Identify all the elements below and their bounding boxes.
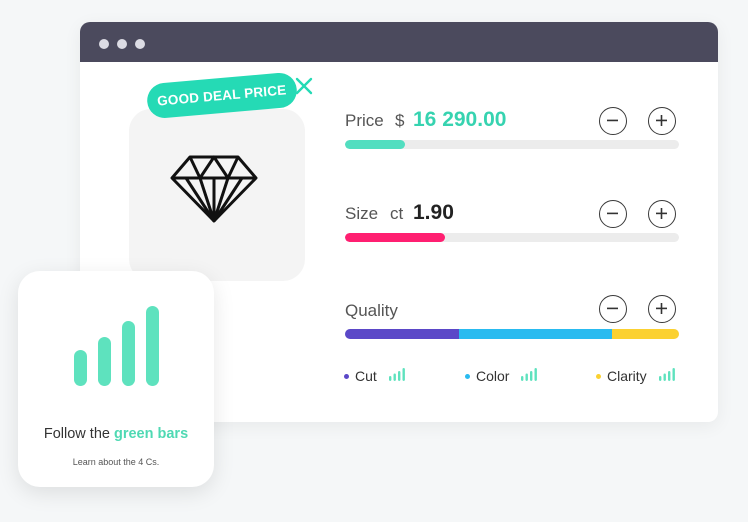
minus-icon — [607, 119, 618, 122]
window-dot[interactable] — [135, 39, 145, 49]
window-titlebar — [80, 22, 718, 62]
signal-bars-icon — [388, 368, 405, 381]
size-decrease-button[interactable] — [599, 200, 627, 228]
size-unit: ct — [390, 204, 404, 223]
follow-title: Follow the green bars — [18, 426, 214, 442]
size-increase-button[interactable] — [648, 200, 676, 228]
diamond-icon — [170, 155, 258, 223]
size-slider-fill — [345, 233, 446, 242]
green-bar — [146, 306, 159, 386]
price-slider[interactable] — [345, 140, 679, 149]
color-dot — [465, 373, 470, 379]
green-bar — [98, 337, 111, 386]
size-label: Size — [345, 204, 379, 223]
signal-bars-icon — [521, 368, 538, 381]
follow-title-highlight: green bars — [113, 426, 189, 442]
quality-segment-cut — [345, 329, 459, 339]
cut-dot — [344, 373, 349, 379]
size-slider[interactable] — [345, 233, 679, 242]
learn-link[interactable]: Learn about the 4 Cs. — [18, 457, 214, 467]
window-dot[interactable] — [117, 39, 127, 49]
quality-increase-button[interactable] — [648, 295, 676, 323]
price-value: 16 290.00 — [413, 108, 507, 131]
plus-icon — [656, 208, 667, 219]
price-increase-button[interactable] — [648, 107, 676, 135]
close-icon[interactable] — [294, 76, 314, 96]
diamond-image-card — [129, 109, 305, 281]
signal-bars-icon — [658, 368, 675, 381]
price-decrease-button[interactable] — [599, 107, 627, 135]
plus-icon — [656, 303, 667, 314]
clarity-dot — [596, 373, 601, 379]
quality-segment-clarity — [612, 329, 679, 339]
window-dot[interactable] — [99, 39, 109, 49]
size-value: 1.90 — [413, 201, 454, 224]
green-bars-card: Follow the green bars Learn about the 4 … — [18, 271, 214, 487]
quality-segment-color — [458, 329, 613, 339]
legend-cut[interactable]: Cut — [344, 368, 406, 384]
legend-color-label: Color — [476, 368, 510, 384]
price-label: Price — [345, 111, 384, 130]
follow-title-prefix: Follow the — [43, 426, 110, 442]
price-currency: $ — [395, 111, 405, 130]
price-slider-fill — [345, 140, 406, 149]
quality-label: Quality — [345, 301, 398, 320]
green-bar — [122, 321, 135, 386]
legend-color[interactable]: Color — [465, 368, 538, 384]
legend-cut-label: Cut — [355, 368, 377, 384]
minus-icon — [607, 307, 618, 310]
green-bar — [74, 350, 87, 386]
plus-icon — [656, 115, 667, 126]
quality-decrease-button[interactable] — [599, 295, 627, 323]
quality-slider[interactable] — [345, 329, 679, 339]
legend-clarity-label: Clarity — [607, 368, 647, 384]
minus-icon — [607, 212, 618, 215]
legend-clarity[interactable]: Clarity — [596, 368, 676, 384]
